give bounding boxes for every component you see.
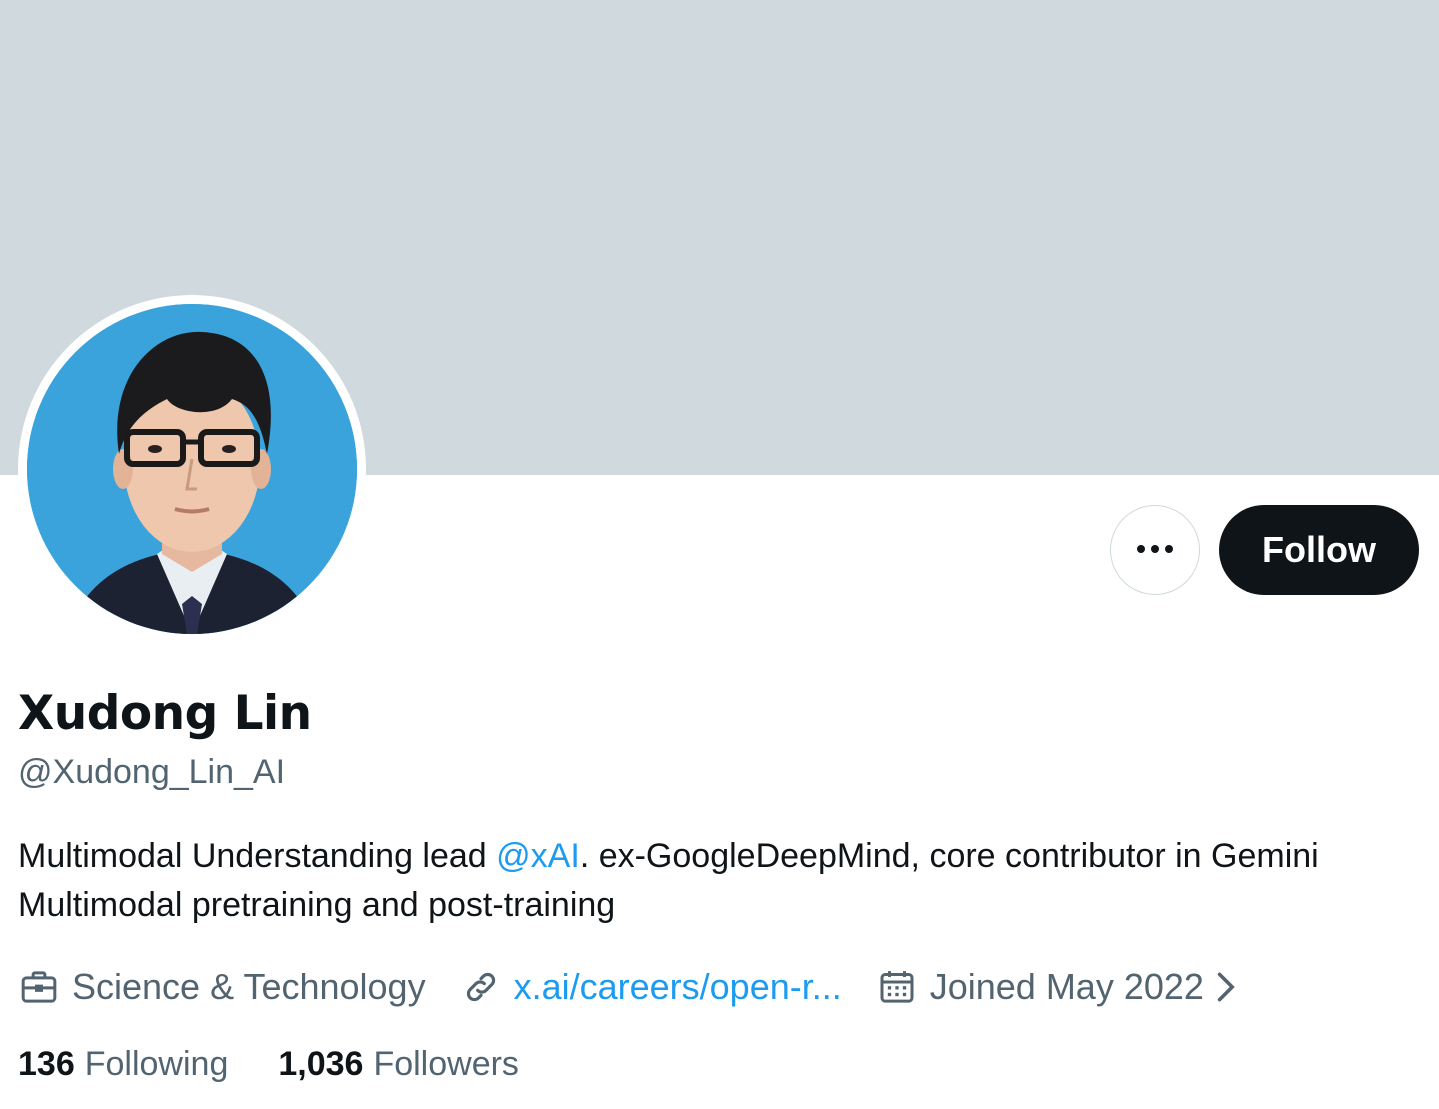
profile-stats: 136 Following 1,036 Followers [18,1045,519,1084]
calendar-icon [876,966,918,1008]
bio-text-start: Multimodal Understanding lead [18,837,497,875]
profile-meta: Science & Technology x.ai/careers/open-r… [18,963,1236,1011]
followers-link[interactable]: 1,036 Followers [278,1045,519,1084]
following-link[interactable]: 136 Following [18,1045,228,1084]
bio-mention-link[interactable]: @xAI [496,837,580,875]
joined-item[interactable]: Joined May 2022 [876,966,1236,1008]
joined-date: Joined May 2022 [929,966,1204,1007]
avatar[interactable] [18,295,366,643]
website-link[interactable]: x.ai/careers/open-r... [514,966,842,1008]
link-icon [460,966,502,1008]
followers-label: Followers [373,1045,519,1083]
chevron-right-icon[interactable] [1214,969,1236,1005]
bio: Multimodal Understanding lead @xAI. ex-G… [18,832,1418,930]
more-options-icon [1135,541,1175,559]
avatar-image [27,304,357,634]
following-count: 136 [18,1045,75,1083]
more-options-button[interactable] [1110,505,1200,595]
follow-button[interactable]: Follow [1219,505,1419,595]
website-item[interactable]: x.ai/careers/open-r... [460,966,842,1008]
following-label: Following [84,1045,229,1083]
category-item: Science & Technology [18,966,426,1008]
category-label: Science & Technology [72,966,426,1007]
briefcase-icon [18,966,60,1008]
user-handle: @Xudong_Lin_AI [18,753,286,791]
display-name: Xudong Lin [18,686,312,741]
followers-count: 1,036 [278,1045,364,1083]
